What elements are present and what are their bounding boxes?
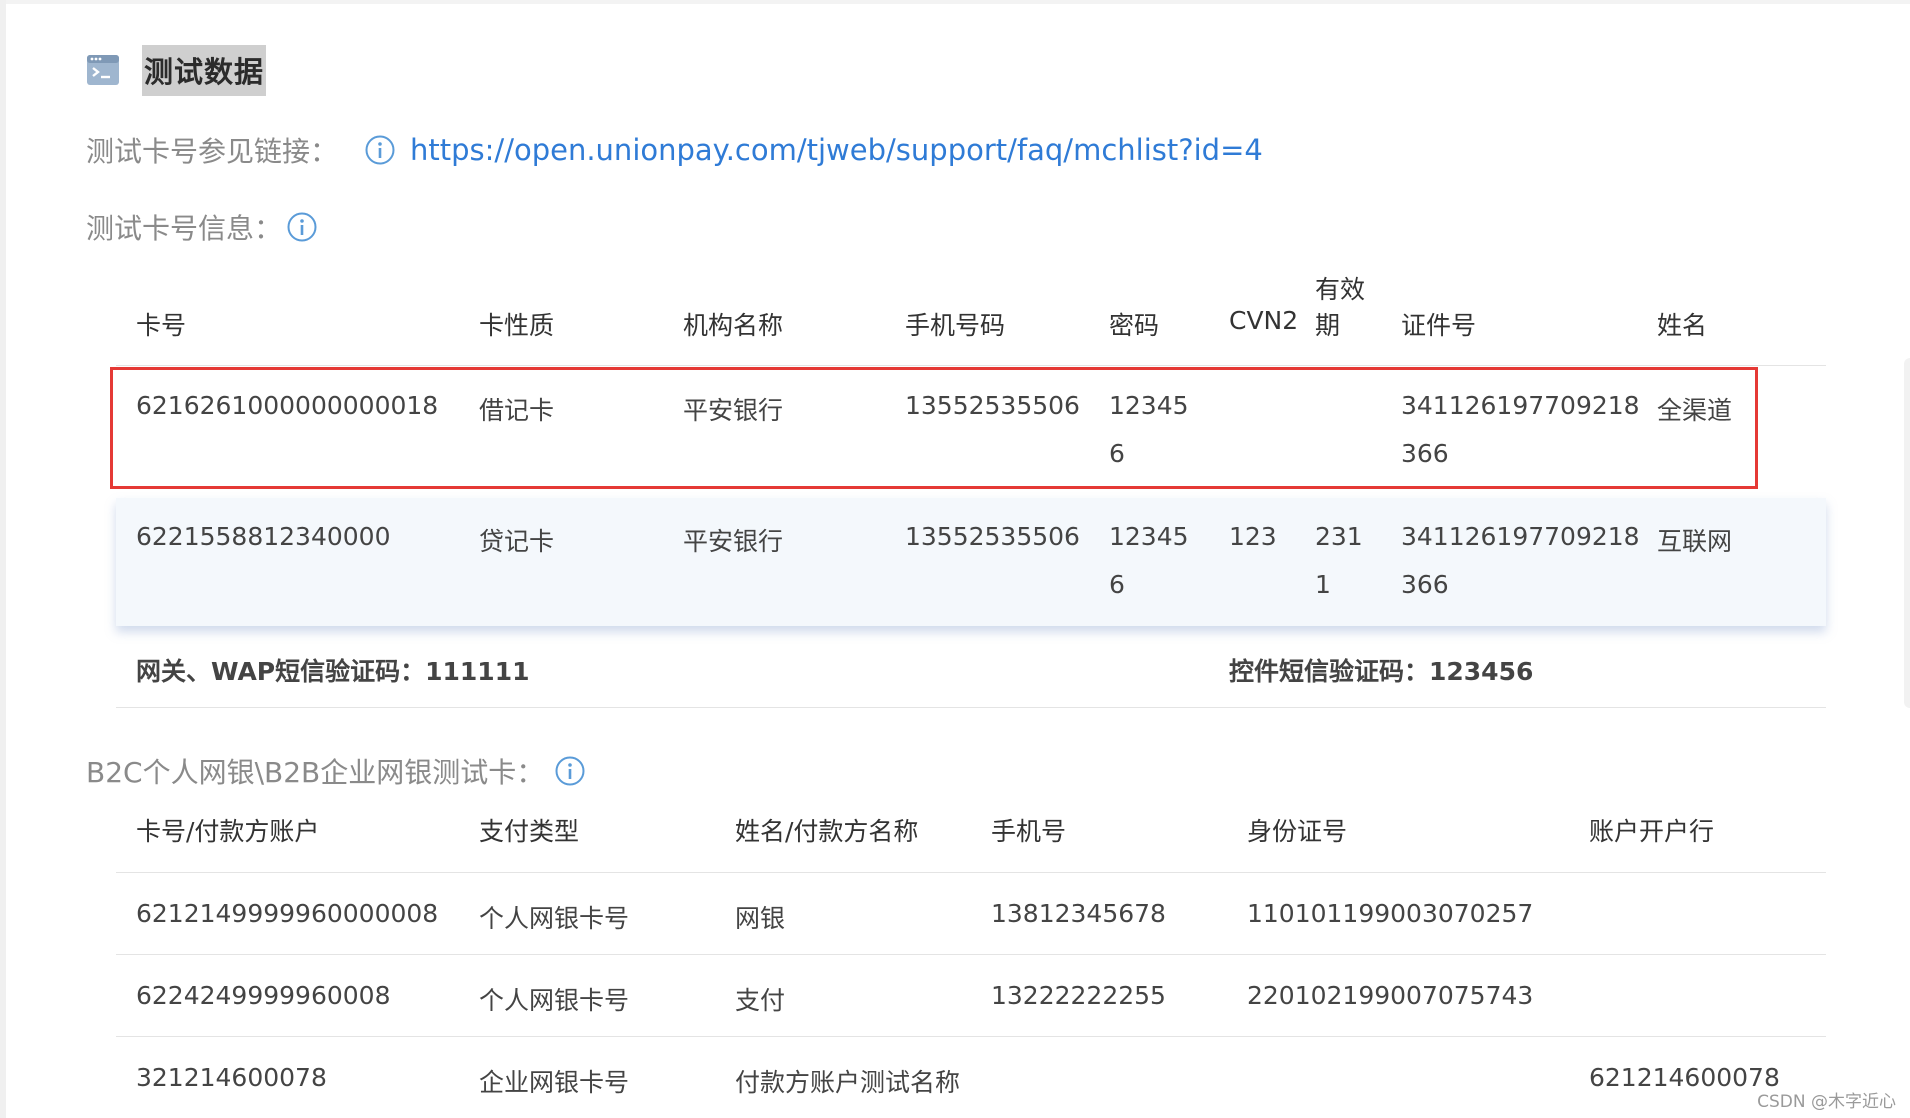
payer-name-cell: 支付 bbox=[735, 986, 786, 1015]
header-card-type: 卡性质 bbox=[479, 311, 555, 340]
card-no-cell: 6221558812340000 bbox=[136, 522, 391, 551]
payer-name-cell: 网银 bbox=[735, 904, 786, 933]
cvn2-cell: 123 bbox=[1229, 522, 1277, 551]
header-mobile: 手机号 bbox=[991, 817, 1067, 846]
header-org: 机构名称 bbox=[683, 311, 784, 340]
header-payer-name: 姓名/付款方名称 bbox=[735, 817, 919, 846]
table-row[interactable]: 6212149999960000008 个人网银卡号 网银 1381234567… bbox=[116, 873, 1826, 955]
section-title: 测试数据 bbox=[142, 44, 267, 96]
account-cell: 321214600078 bbox=[136, 1063, 327, 1092]
pay-type-cell: 企业网银卡号 bbox=[479, 1068, 630, 1097]
test-link-label: 测试卡号参见链接： bbox=[86, 135, 339, 168]
header-id-card: 身份证号 bbox=[1247, 817, 1348, 846]
phone-cell: 13552535506 bbox=[905, 522, 1080, 551]
id-no-cell: 341126197709218 bbox=[1401, 522, 1640, 551]
header-id-no: 证件号 bbox=[1401, 311, 1477, 340]
card-info-label: 测试卡号信息： bbox=[86, 212, 283, 245]
password-cell: 12345 bbox=[1109, 522, 1189, 551]
csdn-watermark: CSDN @木字近心 bbox=[1757, 1092, 1896, 1112]
header-password: 密码 bbox=[1109, 311, 1160, 340]
expiry-cell-wrap: 1 bbox=[1315, 570, 1331, 599]
id-card-cell: 110101199003070257 bbox=[1247, 899, 1534, 928]
header-bank: 账户开户行 bbox=[1589, 817, 1715, 846]
gateway-sms-code: 网关、WAP短信验证码：111111 bbox=[136, 657, 530, 686]
org-cell: 平安银行 bbox=[683, 527, 784, 556]
header-divider bbox=[116, 365, 1826, 366]
password-cell-wrap: 6 bbox=[1109, 570, 1125, 599]
red-highlight-box bbox=[110, 367, 1758, 489]
mobile-cell: 13812345678 bbox=[991, 899, 1166, 928]
header-pay-type: 支付类型 bbox=[479, 817, 580, 846]
bank-cell: 621214600078 bbox=[1589, 1063, 1780, 1092]
card-type-cell: 贷记卡 bbox=[479, 527, 555, 556]
test-link-row: 测试卡号参见链接： https://open.unionpay.com/tjwe… bbox=[86, 130, 1263, 170]
account-cell: 6224249999960008 bbox=[136, 981, 391, 1010]
id-card-cell: 220102199007075743 bbox=[1247, 981, 1534, 1010]
card-info-row: 测试卡号信息： bbox=[86, 207, 318, 247]
account-cell: 6212149999960000008 bbox=[136, 899, 439, 928]
header-cvn2: CVN2 bbox=[1229, 306, 1299, 335]
header-phone: 手机号码 bbox=[905, 311, 1006, 340]
header-expiry-line2: 期 bbox=[1315, 311, 1341, 340]
page-left-edge bbox=[0, 0, 6, 1118]
b2c-table-header: 卡号/付款方账户 支付类型 姓名/付款方名称 手机号 身份证号 账户开户行 bbox=[116, 810, 1826, 870]
header-expiry-line1: 有效 bbox=[1315, 275, 1366, 304]
page-top-edge bbox=[6, 0, 1910, 4]
table-row-hovered[interactable]: 6221558812340000 贷记卡 平安银行 13552535506 12… bbox=[116, 498, 1826, 626]
info-icon[interactable] bbox=[554, 755, 586, 787]
notes-divider bbox=[116, 707, 1826, 708]
unionpay-faq-link[interactable]: https://open.unionpay.com/tjweb/support/… bbox=[410, 133, 1263, 167]
info-icon[interactable] bbox=[364, 134, 396, 166]
payer-name-cell: 付款方账户测试名称 bbox=[735, 1068, 961, 1097]
id-no-cell-wrap: 366 bbox=[1401, 570, 1449, 599]
section-header: 测试数据 bbox=[86, 44, 267, 96]
expiry-cell: 231 bbox=[1315, 522, 1363, 551]
widget-sms-code: 控件短信验证码：123456 bbox=[1229, 657, 1534, 686]
terminal-icon bbox=[87, 55, 119, 85]
mobile-cell: 13222222255 bbox=[991, 981, 1166, 1010]
name-cell: 互联网 bbox=[1657, 527, 1733, 556]
pay-type-cell: 个人网银卡号 bbox=[479, 986, 630, 1015]
b2c-label: B2C个人网银\B2B企业网银测试卡： bbox=[86, 756, 545, 789]
table-row[interactable]: 321214600078 企业网银卡号 付款方账户测试名称 6212146000… bbox=[116, 1037, 1826, 1117]
header-name: 姓名 bbox=[1657, 311, 1708, 340]
table-row[interactable]: 6224249999960008 个人网银卡号 支付 13222222255 2… bbox=[116, 955, 1826, 1037]
side-scroll-handle[interactable] bbox=[1904, 358, 1910, 708]
header-account: 卡号/付款方账户 bbox=[136, 817, 320, 846]
header-card-no: 卡号 bbox=[136, 311, 187, 340]
b2c-row: B2C个人网银\B2B企业网银测试卡： bbox=[86, 751, 586, 791]
card-table-header: 卡号 卡性质 机构名称 手机号码 密码 CVN2 有效 期 证件号 姓名 bbox=[116, 270, 1826, 365]
info-icon[interactable] bbox=[286, 211, 318, 243]
pay-type-cell: 个人网银卡号 bbox=[479, 904, 630, 933]
